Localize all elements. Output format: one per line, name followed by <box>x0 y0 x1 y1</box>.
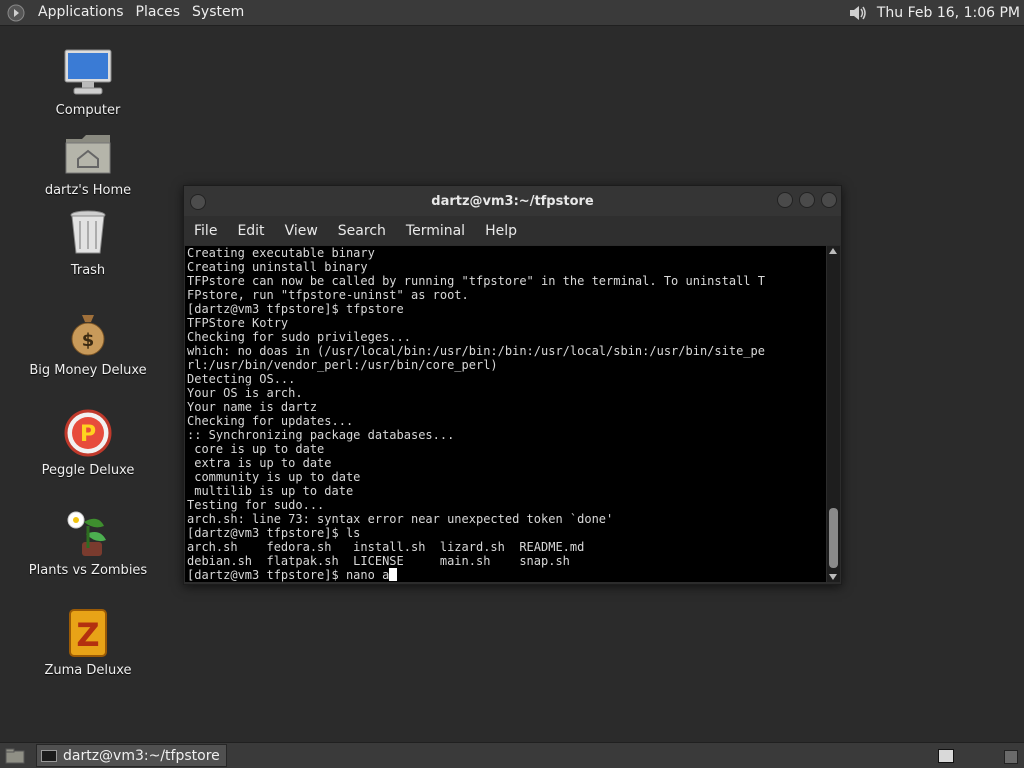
window-controls <box>777 192 837 208</box>
volume-icon[interactable] <box>847 3 869 23</box>
window-menu-icon[interactable] <box>190 194 206 210</box>
desktop-icon-home[interactable]: dartz's Home <box>23 125 153 198</box>
show-desktop-icon[interactable] <box>4 747 26 765</box>
desktop-icon-zuma[interactable]: Z Zuma Deluxe <box>23 605 153 678</box>
menu-file[interactable]: File <box>184 223 227 239</box>
system-menu[interactable]: System <box>186 0 250 25</box>
terminal-line: rl:/usr/bin/vendor_perl:/usr/bin/core_pe… <box>187 358 498 372</box>
terminal-line: Checking for sudo privileges... <box>187 330 411 344</box>
close-button[interactable] <box>821 192 837 208</box>
window-title: dartz@vm3:~/tfpstore <box>431 193 594 209</box>
terminal-line: :: Synchronizing package databases... <box>187 428 455 442</box>
menu-search[interactable]: Search <box>328 223 396 239</box>
desktop-icon-label: Trash <box>70 263 106 278</box>
terminal-output[interactable]: Creating executable binary Creating unin… <box>185 246 826 582</box>
applications-menu[interactable]: Applications <box>32 0 130 25</box>
plants-vs-zombies-icon <box>60 505 116 561</box>
home-folder-icon <box>60 125 116 181</box>
terminal-line: community is up to date <box>187 470 361 484</box>
terminal-prompt-line[interactable]: [dartz@vm3 tfpstore]$ nano a <box>187 568 826 582</box>
terminal-line: TFPstore can now be called by running "t… <box>187 274 765 288</box>
zuma-icon: Z <box>60 605 116 661</box>
desktop-icon-label: Peggle Deluxe <box>41 463 135 478</box>
maximize-button[interactable] <box>799 192 815 208</box>
desktop-icon-label: Zuma Deluxe <box>44 663 132 678</box>
scroll-up-arrow-icon[interactable] <box>829 248 837 254</box>
places-menu[interactable]: Places <box>130 0 187 25</box>
desktop-icon-computer[interactable]: Computer <box>23 45 153 118</box>
svg-text:P: P <box>80 422 96 447</box>
clock[interactable]: Thu Feb 16, 1:06 PM <box>877 5 1020 21</box>
minimize-button[interactable] <box>777 192 793 208</box>
menu-view[interactable]: View <box>275 223 328 239</box>
terminal-line: Your OS is arch. <box>187 386 303 400</box>
desktop-icon-plants-vs-zombies[interactable]: Plants vs Zombies <box>23 505 153 578</box>
terminal-line: Checking for updates... <box>187 414 354 428</box>
desktop-icon-label: Computer <box>55 103 121 118</box>
terminal-line: FPstore, run "tfpstore-uninst" as root. <box>187 288 469 302</box>
terminal-line: Detecting OS... <box>187 372 296 386</box>
money-bag-icon: $ <box>60 305 116 361</box>
terminal-line: Testing for sudo... <box>187 498 325 512</box>
computer-icon <box>60 45 116 101</box>
terminal-line: [dartz@vm3 tfpstore]$ ls <box>187 526 361 540</box>
desktop-icon-trash[interactable]: Trash <box>23 205 153 278</box>
terminal-line: extra is up to date <box>187 456 332 470</box>
scrollbar-thumb[interactable] <box>829 508 838 568</box>
terminal-line: Creating executable binary <box>187 246 375 260</box>
terminal-line: Your name is dartz <box>187 400 318 414</box>
gnome-foot-icon[interactable] <box>6 3 26 23</box>
panel-tray: Thu Feb 16, 1:06 PM <box>847 0 1024 25</box>
svg-text:$: $ <box>82 330 95 351</box>
terminal-line: arch.sh fedora.sh install.sh lizard.sh R… <box>187 540 585 554</box>
terminal-line: TFPStore Kotry <box>187 316 289 330</box>
text-cursor <box>389 568 398 581</box>
terminal-scrollbar[interactable] <box>827 246 840 582</box>
taskbar-window-label: dartz@vm3:~/tfpstore <box>63 747 220 764</box>
terminal-icon <box>41 749 57 762</box>
svg-text:Z: Z <box>76 616 99 654</box>
terminal-line: [dartz@vm3 tfpstore]$ tfpstore <box>187 302 404 316</box>
menu-edit[interactable]: Edit <box>227 223 274 239</box>
desktop-icon-label: Big Money Deluxe <box>29 363 147 378</box>
terminal-window[interactable]: dartz@vm3:~/tfpstore File Edit View Sear… <box>183 185 842 585</box>
top-panel: Applications Places System Thu Feb 16, 1… <box>0 0 1024 26</box>
terminal-line: debian.sh flatpak.sh LICENSE main.sh sna… <box>187 554 570 568</box>
terminal-menubar: File Edit View Search Terminal Help <box>184 216 841 245</box>
menu-help[interactable]: Help <box>475 223 527 239</box>
menu-terminal[interactable]: Terminal <box>396 223 475 239</box>
terminal-prompt-text: [dartz@vm3 tfpstore]$ nano a <box>187 568 390 582</box>
desktop-icon-label: dartz's Home <box>44 183 132 198</box>
terminal-line: which: no doas in (/usr/local/bin:/usr/b… <box>187 344 765 358</box>
desktop-icon-big-money[interactable]: $ Big Money Deluxe <box>23 305 153 378</box>
terminal-line: core is up to date <box>187 442 325 456</box>
peggle-icon: P <box>60 405 116 461</box>
scroll-down-arrow-icon[interactable] <box>829 574 837 580</box>
terminal-line: Creating uninstall binary <box>187 260 368 274</box>
desktop-icon-label: Plants vs Zombies <box>28 563 148 578</box>
bottom-panel: dartz@vm3:~/tfpstore <box>0 742 1024 768</box>
taskbar-window-button[interactable]: dartz@vm3:~/tfpstore <box>36 744 227 767</box>
trash-applet-icon[interactable] <box>1004 750 1018 764</box>
trash-icon <box>60 205 116 261</box>
terminal-line: arch.sh: line 73: syntax error near unex… <box>187 512 614 526</box>
terminal-line: multilib is up to date <box>187 484 354 498</box>
workspace-switcher[interactable] <box>938 748 954 763</box>
desktop-icon-peggle[interactable]: P Peggle Deluxe <box>23 405 153 478</box>
window-titlebar[interactable]: dartz@vm3:~/tfpstore <box>184 186 841 216</box>
